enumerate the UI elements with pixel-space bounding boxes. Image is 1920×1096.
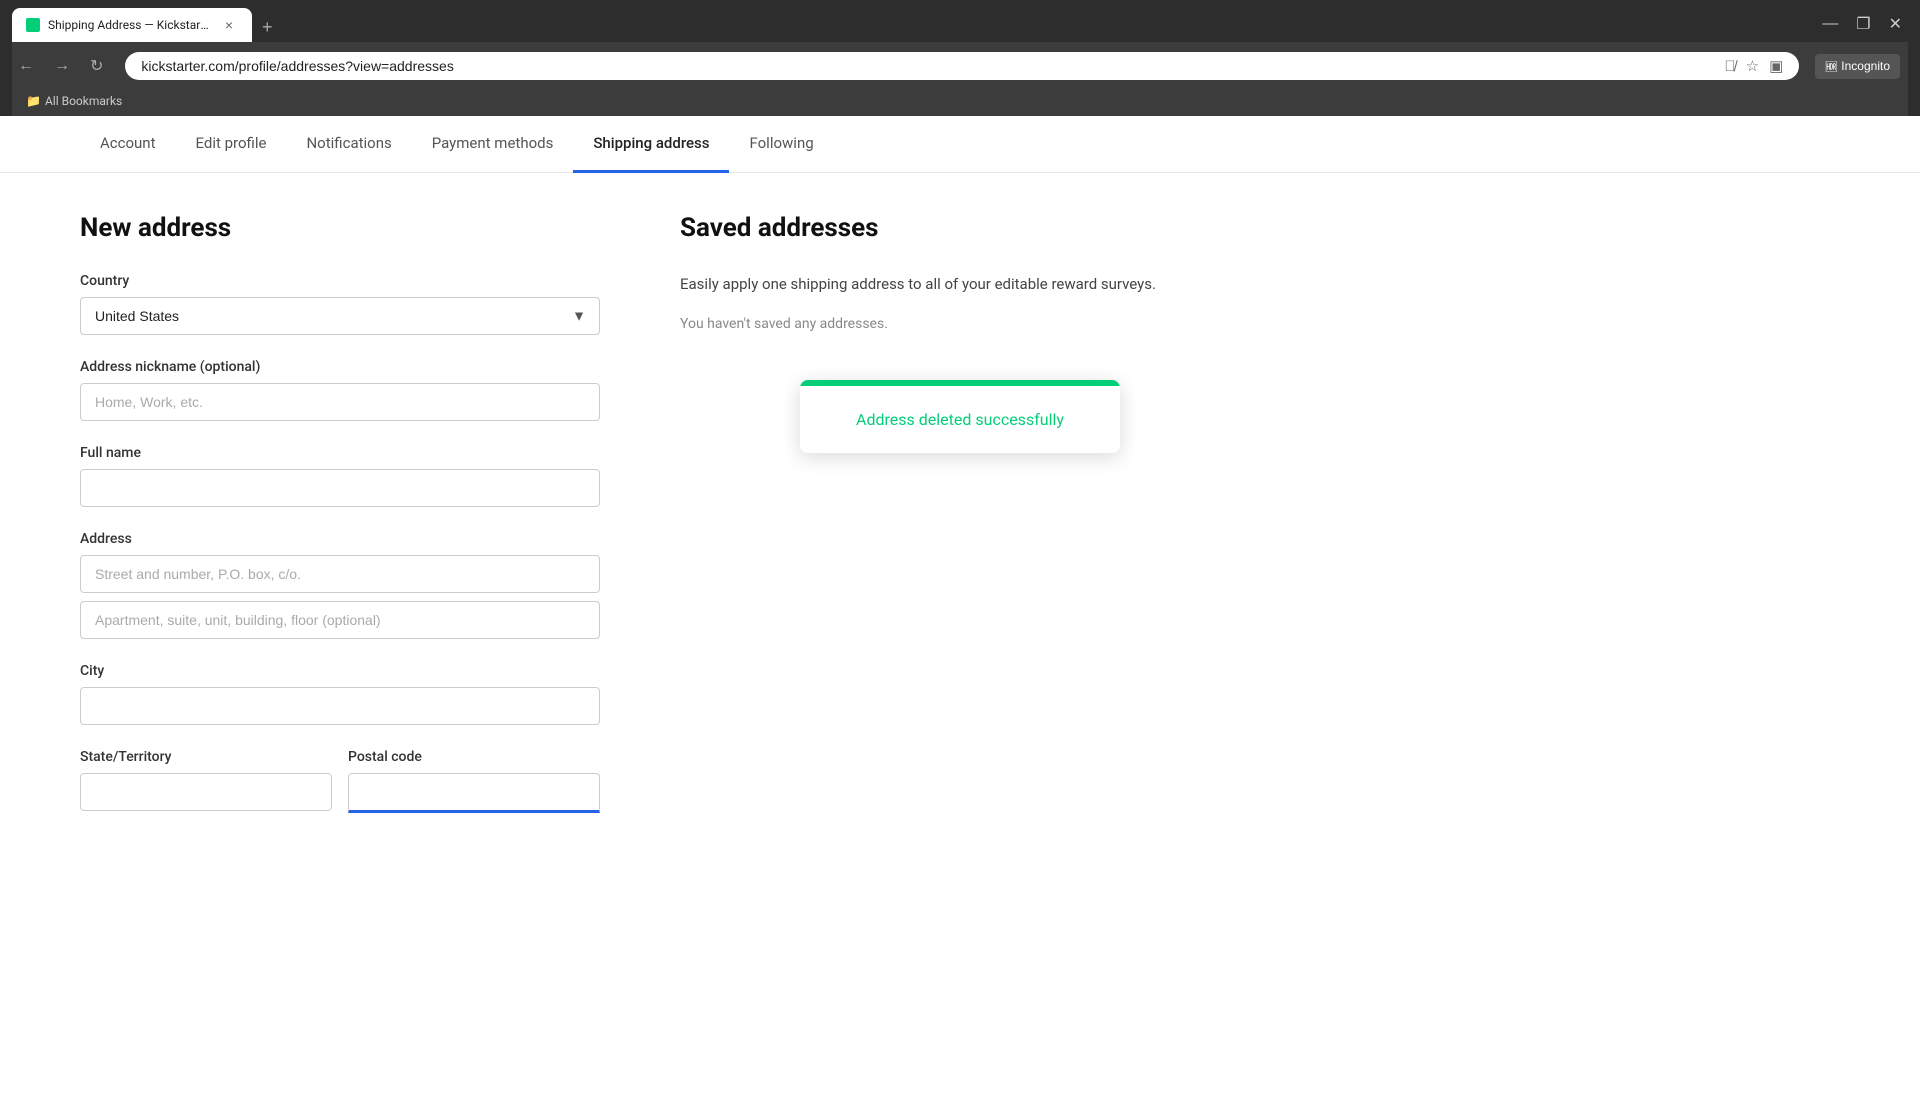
nav-account[interactable]: Account (80, 116, 176, 173)
omnibox-icons: 👁̸ ☆ ▣ (1724, 57, 1783, 75)
forward-button[interactable]: → (48, 53, 76, 79)
new-tab-button[interactable]: + (254, 13, 281, 42)
page-content: Account Edit profile Notifications Payme… (0, 116, 1920, 1096)
minimize-button[interactable]: — (1816, 10, 1844, 38)
country-label: Country (80, 273, 600, 289)
eye-slash-icon[interactable]: 👁̸ (1724, 58, 1735, 75)
browser-tab[interactable]: Shipping Address — Kickstarter × (12, 8, 252, 42)
tab-favicon (26, 18, 40, 32)
main-layout: New address Country United States ▼ Addr… (0, 173, 1920, 877)
browser-chrome: Shipping Address — Kickstarter × + — ❐ ✕… (0, 0, 1920, 116)
postal-label: Postal code (348, 749, 600, 765)
star-icon[interactable]: ☆ (1746, 57, 1759, 75)
address-label: Address (80, 531, 600, 547)
omnibox[interactable]: 👁̸ ☆ ▣ (125, 52, 1799, 80)
address-bar-row: ← → ↻ 👁̸ ☆ ▣ 🆧 Incognito (12, 42, 1908, 90)
saved-addresses-title: Saved addresses (680, 213, 1840, 243)
nav-payment-methods[interactable]: Payment methods (412, 116, 574, 173)
tab-title: Shipping Address — Kickstarter (48, 18, 212, 32)
saved-addresses-description: Easily apply one shipping address to all… (680, 273, 1840, 296)
incognito-button[interactable]: 🆧 Incognito (1815, 54, 1900, 79)
no-addresses-text: You haven't saved any addresses. (680, 316, 1840, 332)
city-input[interactable] (80, 687, 600, 725)
fullname-group: Full name (80, 445, 600, 507)
nav-shipping-address[interactable]: Shipping address (573, 116, 729, 173)
nickname-input[interactable] (80, 383, 600, 421)
tab-bar: Shipping Address — Kickstarter × + — ❐ ✕ (12, 8, 1908, 42)
country-group: Country United States ▼ (80, 273, 600, 335)
state-postal-row: State/Territory Postal code (80, 749, 600, 837)
nav-edit-profile[interactable]: Edit profile (176, 116, 287, 173)
folder-icon: 📁 (26, 94, 41, 108)
fullname-input[interactable] (80, 469, 600, 507)
country-select[interactable]: United States (80, 297, 600, 335)
nickname-group: Address nickname (optional) (80, 359, 600, 421)
new-address-title: New address (80, 213, 600, 243)
address-group: Address (80, 531, 600, 639)
close-button[interactable]: ✕ (1883, 10, 1908, 38)
browser-right-controls: 🆧 Incognito (1815, 54, 1908, 79)
url-input[interactable] (141, 58, 1716, 74)
screen-cast-icon[interactable]: ▣ (1769, 57, 1783, 75)
refresh-button[interactable]: ↻ (84, 52, 109, 80)
city-label: City (80, 663, 600, 679)
address-line2-input[interactable] (80, 601, 600, 639)
nav-following[interactable]: Following (729, 116, 833, 173)
nav-notifications[interactable]: Notifications (286, 116, 411, 173)
nickname-label: Address nickname (optional) (80, 359, 600, 375)
postal-input[interactable] (348, 773, 600, 813)
state-group: State/Territory (80, 749, 332, 813)
city-group: City (80, 663, 600, 725)
postal-group: Postal code (348, 749, 600, 813)
back-button[interactable]: ← (12, 53, 40, 79)
saved-addresses-panel: Saved addresses Easily apply one shippin… (680, 213, 1840, 837)
fullname-label: Full name (80, 445, 600, 461)
maximize-button[interactable]: ❐ (1850, 10, 1876, 38)
country-select-wrapper: United States ▼ (80, 297, 600, 335)
state-input[interactable] (80, 773, 332, 811)
incognito-icon: 🆧 (1825, 58, 1837, 75)
bookmarks-bar: 📁 All Bookmarks (12, 90, 1908, 116)
site-nav: Account Edit profile Notifications Payme… (0, 116, 1920, 173)
bookmarks-folder[interactable]: 📁 All Bookmarks (20, 92, 128, 110)
address-line1-input[interactable] (80, 555, 600, 593)
state-label: State/Territory (80, 749, 332, 765)
new-address-panel: New address Country United States ▼ Addr… (80, 213, 600, 837)
tab-close-button[interactable]: × (220, 16, 238, 34)
